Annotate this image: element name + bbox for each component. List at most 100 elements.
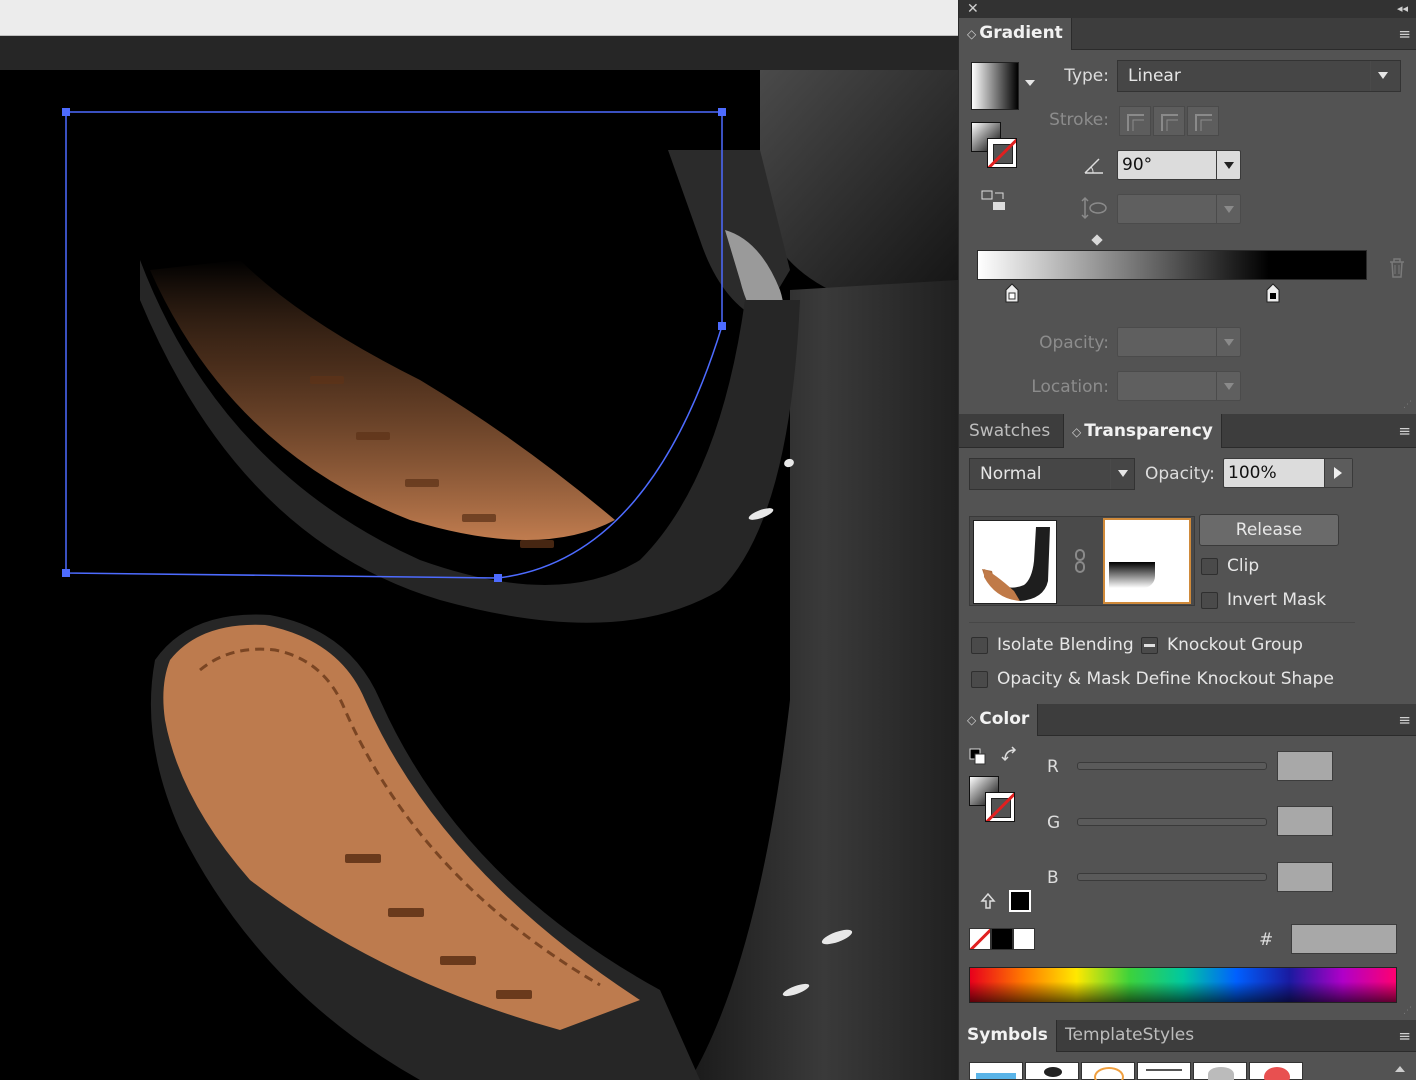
symbol-thumbnail[interactable] — [1025, 1062, 1079, 1080]
gradient-stop-white[interactable] — [1005, 283, 1019, 303]
blend-mode-value: Normal — [980, 464, 1042, 484]
angle-dropdown-arrow[interactable] — [1216, 151, 1240, 179]
b-slider[interactable] — [1077, 873, 1267, 881]
chevron-down-icon[interactable] — [1025, 80, 1035, 86]
stroke-along-button[interactable] — [1153, 106, 1185, 136]
transparency-opacity-field[interactable]: 100% — [1223, 458, 1353, 488]
type-dropdown-arrow — [1370, 61, 1400, 91]
angle-field[interactable]: 90° — [1117, 150, 1241, 180]
collapse-icon[interactable]: ◂◂ — [1397, 0, 1408, 18]
symbol-thumbnail[interactable] — [1137, 1062, 1191, 1080]
leather-strap-lower — [163, 624, 641, 1030]
angle-value: 90° — [1122, 155, 1153, 175]
angle-icon — [1083, 155, 1105, 175]
stroke-within-button[interactable] — [1119, 106, 1151, 136]
artboard-canvas[interactable] — [0, 70, 958, 1080]
invert-mask-checkbox[interactable] — [1201, 592, 1218, 609]
panels-dock: ✕ ◂◂ ◇Gradient Type: Linear Stroke: 90° — [958, 0, 1416, 1080]
symbol-thumbnail[interactable] — [1193, 1062, 1247, 1080]
gradient-tabbar: ◇ Gradient — [959, 18, 1416, 50]
dock-header — [959, 0, 1416, 18]
tab-templatestyles[interactable]: TemplateStyles — [1057, 1020, 1202, 1052]
b-value-field[interactable] — [1277, 862, 1333, 892]
color-menu-icon[interactable] — [1393, 713, 1411, 727]
color-stroke-swatch[interactable] — [985, 792, 1015, 822]
tab-color[interactable]: ◇ Color — [959, 704, 1039, 736]
web-safe-swatch[interactable] — [1009, 890, 1031, 912]
location-label: Location: — [1031, 377, 1109, 397]
r-slider[interactable] — [1077, 762, 1267, 770]
document-ruler-area — [0, 36, 958, 70]
link-icon[interactable] — [1071, 548, 1089, 574]
tab-swatches[interactable]: Swatches — [961, 414, 1058, 448]
hex-field[interactable] — [1291, 924, 1397, 954]
clip-checkbox[interactable] — [1201, 558, 1218, 575]
type-label: Type: — [1064, 66, 1109, 86]
r-label: R — [1047, 757, 1059, 777]
tab-transparency[interactable]: ◇ Transparency — [1063, 414, 1222, 448]
stroke-swatch[interactable] — [987, 138, 1017, 168]
knockout-group-checkbox[interactable] — [1141, 637, 1158, 654]
location-dropdown — [1216, 372, 1240, 400]
symbol-thumbnail[interactable] — [1249, 1062, 1303, 1080]
symbols-menu-icon[interactable] — [1393, 1029, 1411, 1043]
g-slider[interactable] — [1077, 818, 1267, 826]
transparency-tabbar: Swatches ◇ Transparency — [959, 414, 1416, 448]
g-value-field[interactable] — [1277, 806, 1333, 836]
out-of-gamut-icon[interactable] — [979, 892, 997, 910]
opacity-mask-label: Opacity & Mask Define Knockout Shape — [997, 669, 1334, 689]
blend-mode-select[interactable]: Normal — [969, 458, 1135, 490]
leather-strap-upper — [150, 260, 615, 540]
color-spectrum[interactable] — [969, 967, 1397, 1003]
mask-gradient-shape — [1109, 562, 1155, 588]
white-swatch[interactable] — [1013, 928, 1035, 950]
mask-thumbnail[interactable] — [1103, 518, 1191, 604]
opacity-flyout-arrow[interactable] — [1324, 459, 1352, 487]
black-swatch[interactable] — [991, 928, 1013, 950]
artwork-thumbnail[interactable] — [973, 520, 1057, 604]
swap-colors-icon[interactable] — [1001, 746, 1021, 766]
release-button[interactable]: Release — [1199, 514, 1339, 546]
opacity-mask-checkbox[interactable] — [971, 671, 988, 688]
isolate-blending-checkbox[interactable] — [971, 637, 988, 654]
resize-grip-icon-2[interactable]: ⋰ — [1403, 1006, 1412, 1016]
aspect-icon — [1081, 196, 1109, 220]
artwork — [62, 70, 958, 1080]
tab-symbols[interactable]: Symbols — [959, 1020, 1057, 1052]
symbol-thumbnail[interactable] — [969, 1062, 1023, 1080]
gradient-opacity-dropdown — [1216, 328, 1240, 356]
stroke-label: Stroke: — [1049, 110, 1109, 130]
trash-icon[interactable] — [1387, 257, 1407, 279]
gradient-stop-black[interactable] — [1266, 283, 1280, 303]
stroke-across-button[interactable] — [1187, 106, 1219, 136]
b-label: B — [1047, 868, 1059, 888]
aspect-ratio-icon[interactable] — [981, 190, 1007, 212]
color-tabbar: ◇ Color — [959, 704, 1416, 736]
close-icon[interactable]: ✕ — [967, 0, 979, 18]
none-swatch[interactable] — [969, 928, 991, 950]
midpoint-diamond-icon[interactable] — [1091, 234, 1103, 246]
type-select[interactable]: Linear — [1117, 60, 1401, 92]
blend-mode-dropdown-arrow — [1110, 459, 1134, 489]
gradient-opacity-label: Opacity: — [1039, 333, 1109, 353]
default-colors-icon[interactable] — [969, 748, 987, 766]
r-value-field[interactable] — [1277, 751, 1333, 781]
transparency-menu-icon[interactable] — [1393, 424, 1411, 438]
location-field — [1117, 371, 1241, 401]
clip-label: Clip — [1227, 556, 1260, 576]
hex-label: # — [1259, 930, 1274, 950]
gradient-preview[interactable] — [971, 62, 1019, 110]
gradient-menu-icon[interactable] — [1393, 27, 1411, 41]
divider — [969, 622, 1355, 623]
transparency-opacity-value: 100% — [1228, 463, 1277, 483]
resize-grip-icon[interactable]: ⋰ — [1403, 400, 1412, 410]
aspect-dropdown-arrow — [1216, 195, 1240, 223]
symbol-thumbnail[interactable] — [1081, 1062, 1135, 1080]
symbols-tabbar: Symbols TemplateStyles — [959, 1020, 1416, 1052]
scroll-up-icon[interactable] — [1395, 1066, 1405, 1072]
watch-case — [760, 70, 958, 290]
tab-gradient[interactable]: ◇ Gradient — [959, 18, 1072, 50]
document-title-bar — [0, 0, 958, 36]
invert-mask-label: Invert Mask — [1227, 590, 1327, 610]
gradient-slider[interactable] — [977, 250, 1367, 280]
